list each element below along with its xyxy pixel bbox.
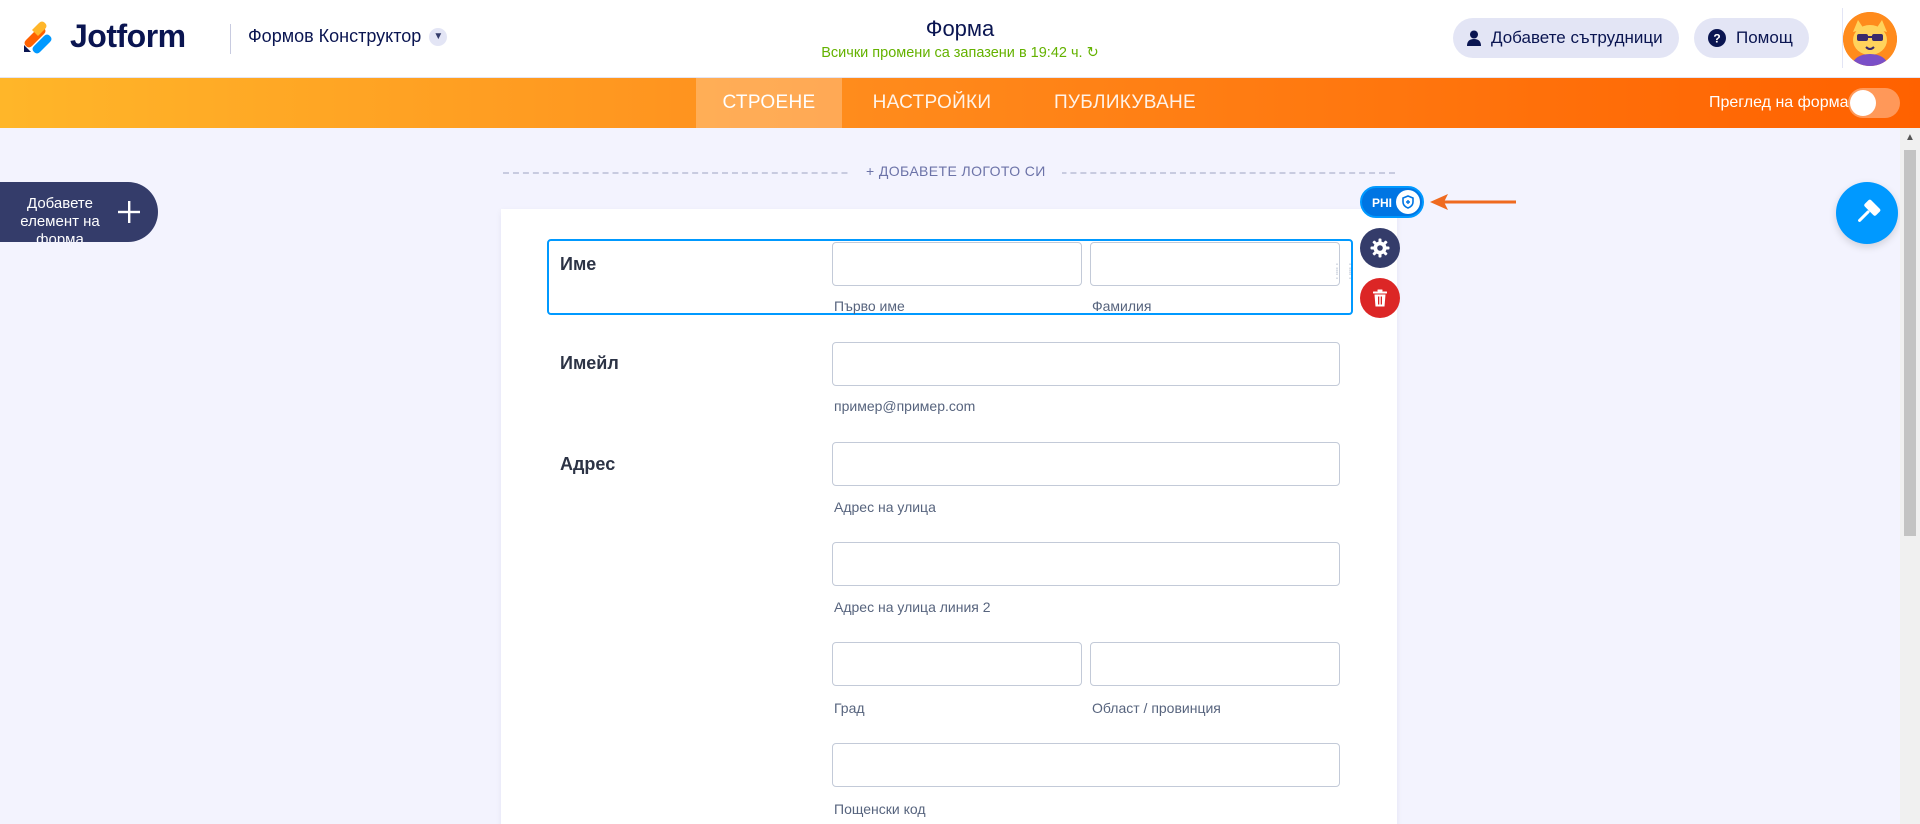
drag-handle-icon[interactable]: ⋮⋮ ⋮⋮: [1331, 262, 1357, 280]
plus-icon: [118, 201, 140, 223]
form-designer-button[interactable]: [1836, 182, 1898, 244]
avatar[interactable]: [1843, 12, 1897, 66]
tab-build[interactable]: СТРОЕНЕ: [696, 78, 842, 128]
scroll-up-icon[interactable]: ▲: [1905, 132, 1915, 143]
header-divider: [230, 24, 231, 54]
postal-code-input[interactable]: [832, 743, 1340, 787]
delete-field-button[interactable]: [1360, 278, 1400, 318]
page-scrollbar[interactable]: ▲: [1900, 128, 1920, 824]
tab-settings[interactable]: НАСТРОЙКИ: [852, 78, 1012, 128]
preview-form-toggle[interactable]: [1848, 88, 1900, 118]
field-properties-button[interactable]: [1360, 228, 1400, 268]
preview-form-label: Преглед на форма: [1709, 94, 1849, 111]
street-address-input[interactable]: [832, 442, 1340, 486]
first-name-input[interactable]: [832, 242, 1082, 286]
help-circle-icon: ?: [1708, 29, 1726, 47]
toggle-knob: [1850, 90, 1876, 116]
scrollbar-thumb[interactable]: [1904, 150, 1916, 536]
svg-text:?: ?: [1713, 32, 1720, 46]
first-name-sublabel: Първо име: [834, 298, 905, 314]
jotform-logo-icon: [24, 21, 52, 54]
add-collaborators-button[interactable]: Добавете сътрудници: [1453, 18, 1679, 58]
postal-code-sublabel: Пощенски код: [834, 801, 926, 817]
arrow-left-icon: [1430, 194, 1516, 210]
builder-navbar: СТРОЕНЕ НАСТРОЙКИ ПУБЛИКУВАНЕ Преглед на…: [0, 78, 1920, 128]
region-input[interactable]: [1090, 642, 1340, 686]
top-header: Jotform Формов Конструктор ▼ Форма Всичк…: [0, 0, 1920, 78]
street-address-line2-sublabel: Адрес на улица линия 2: [834, 599, 991, 615]
name-field-label[interactable]: Име: [560, 254, 596, 275]
avatar-icon: [1843, 12, 1897, 66]
street-address-line2-input[interactable]: [832, 542, 1340, 586]
last-name-sublabel: Фамилия: [1092, 298, 1152, 314]
city-input[interactable]: [832, 642, 1082, 686]
tab-publish[interactable]: ПУБЛИКУВАНЕ: [1040, 78, 1210, 128]
trash-icon: [1373, 289, 1387, 307]
form-canvas: Име Първо име Фамилия ⋮⋮ ⋮⋮ Имейл пример@…: [501, 209, 1397, 824]
address-field-label[interactable]: Адрес: [560, 454, 615, 475]
add-form-element-button[interactable]: Добавете елемент на форма: [0, 182, 158, 242]
add-logo-button[interactable]: + ДОБАВЕТЕ ЛОГОТО СИ: [850, 163, 1062, 179]
email-field-label[interactable]: Имейл: [560, 353, 619, 374]
user-icon: [1467, 30, 1481, 46]
email-input[interactable]: [832, 342, 1340, 386]
phi-label: PHI: [1372, 196, 1393, 210]
builder-menu-dropdown[interactable]: Формов Конструктор ▼: [248, 26, 448, 47]
email-sublabel: пример@пример.com: [834, 398, 976, 414]
brand-name: Jotform: [70, 18, 186, 54]
gear-icon: [1370, 238, 1390, 258]
help-label: Помощ: [1736, 28, 1793, 47]
city-sublabel: Град: [834, 700, 865, 716]
paint-roller-icon: [1858, 199, 1881, 222]
add-form-element-label: Добавете елемент на форма: [20, 195, 100, 242]
jotform-logo[interactable]: Jotform: [22, 18, 186, 55]
phi-toggle[interactable]: PHI: [1360, 186, 1424, 218]
avatar-container: [1842, 8, 1902, 68]
chevron-down-icon: ▼: [429, 27, 448, 46]
region-sublabel: Област / провинция: [1092, 700, 1221, 716]
builder-menu-label: Формов Конструктор: [248, 26, 422, 46]
add-collaborators-label: Добавете сътрудници: [1491, 28, 1663, 47]
shield-icon: [1396, 190, 1420, 214]
street-address-sublabel: Адрес на улица: [834, 499, 936, 515]
last-name-input[interactable]: [1090, 242, 1340, 286]
help-button[interactable]: ? Помощ: [1694, 18, 1809, 58]
